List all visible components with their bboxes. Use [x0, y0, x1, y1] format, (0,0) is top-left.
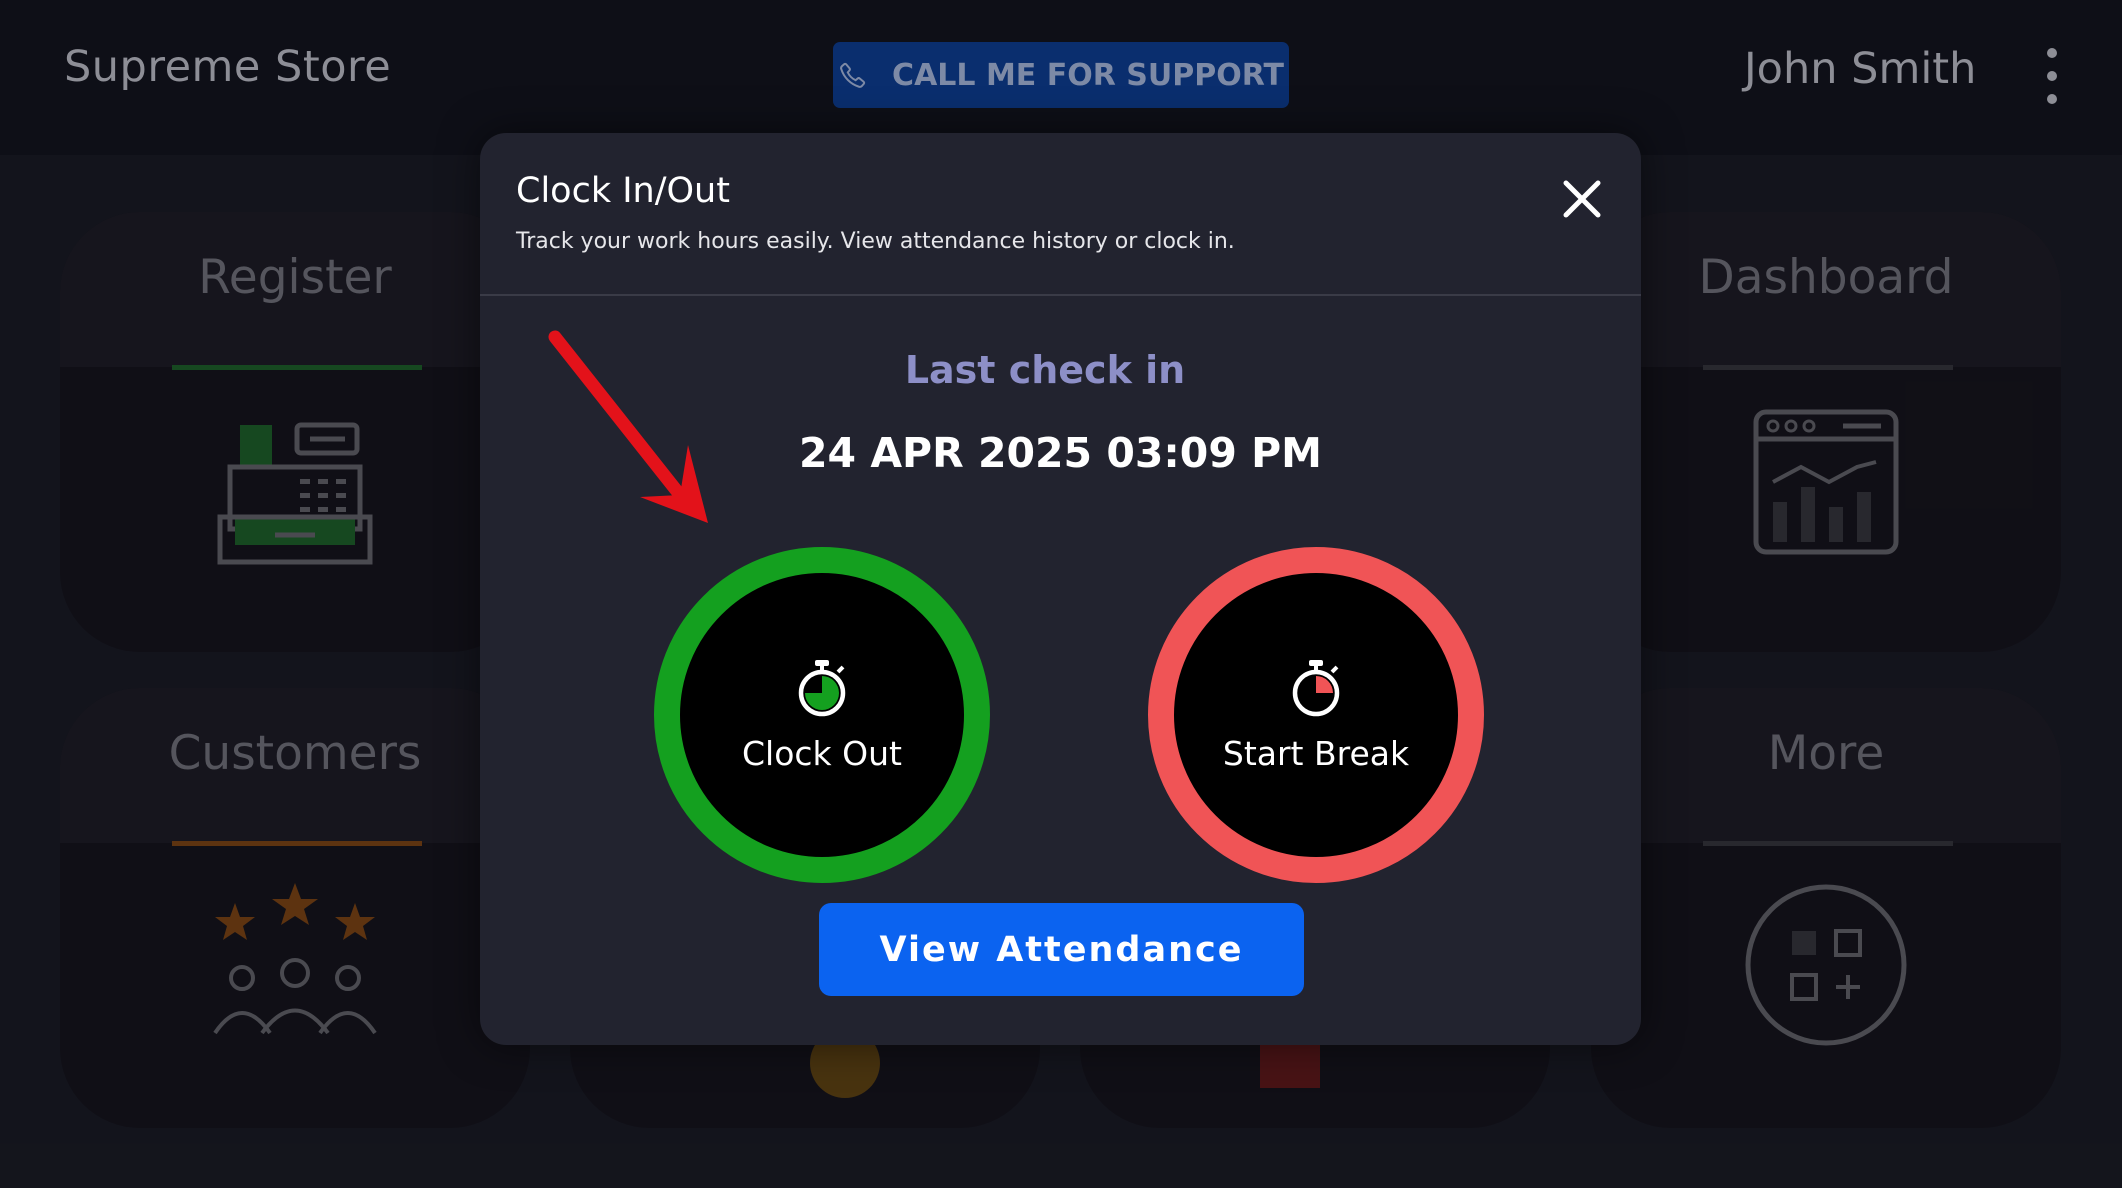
- more-options-icon[interactable]: [2040, 48, 2064, 108]
- stopwatch-icon: [798, 659, 846, 716]
- clock-in-out-dialog: Clock In/Out Track your work hours easil…: [480, 133, 1641, 1045]
- stopwatch-icon: [1292, 659, 1340, 716]
- call-support-label: CALL ME FOR SUPPORT: [892, 57, 1284, 93]
- dialog-title: Clock In/Out: [516, 171, 730, 211]
- phone-icon: [840, 62, 866, 88]
- start-break-button[interactable]: Start Break: [1148, 547, 1484, 883]
- close-icon[interactable]: [1560, 177, 1604, 221]
- start-break-label: Start Break: [1222, 733, 1410, 773]
- top-bar: Supreme Store CALL ME FOR SUPPORT John S…: [0, 0, 2122, 155]
- clock-out-label: Clock Out: [742, 733, 902, 773]
- annotation-arrow-icon: [548, 330, 708, 523]
- divider: [480, 294, 1641, 296]
- store-name: Supreme Store: [64, 42, 392, 92]
- call-support-button[interactable]: CALL ME FOR SUPPORT: [833, 42, 1289, 108]
- user-name: John Smith: [1744, 44, 1977, 94]
- app-background: Supreme Store CALL ME FOR SUPPORT John S…: [0, 0, 2122, 1188]
- clock-out-button[interactable]: Clock Out: [654, 547, 990, 883]
- dialog-subtitle: Track your work hours easily. View atten…: [516, 229, 1235, 254]
- view-attendance-button[interactable]: View Attendance: [819, 903, 1304, 996]
